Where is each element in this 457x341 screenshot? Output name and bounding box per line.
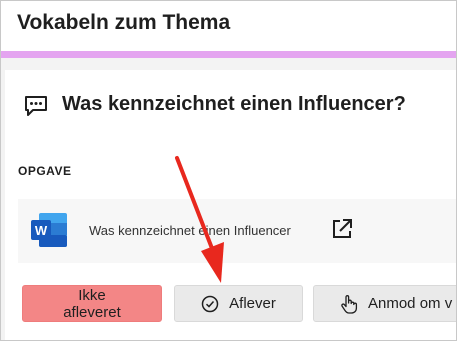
request-button[interactable]: Anmod om v <box>313 285 456 322</box>
word-file-icon: W <box>29 211 69 254</box>
submit-label: Aflever <box>229 295 276 312</box>
assignment-title: Was kennzeichnet einen Influencer? <box>62 93 406 115</box>
svg-text:W: W <box>35 223 48 238</box>
page-title: Vokabeln zum Thema <box>17 11 231 34</box>
submit-button[interactable]: Aflever <box>174 285 303 322</box>
section-label: OPGAVE <box>18 164 72 178</box>
attachment-name[interactable]: Was kennzeichnet einen Influencer <box>89 223 291 238</box>
hand-pointer-icon <box>340 294 358 314</box>
app-header: Vokabeln zum Thema <box>1 1 456 51</box>
request-label: Anmod om v <box>368 295 453 312</box>
chat-bubble-icon <box>24 95 48 122</box>
open-external-icon[interactable] <box>330 217 354 246</box>
status-badge: Ikke afleveret <box>22 285 162 322</box>
accent-bar <box>1 51 456 58</box>
window: Vokabeln zum Thema Was kennzeichnet eine… <box>0 0 457 341</box>
status-label: Ikke afleveret <box>63 286 121 321</box>
check-circle-icon <box>201 295 219 313</box>
